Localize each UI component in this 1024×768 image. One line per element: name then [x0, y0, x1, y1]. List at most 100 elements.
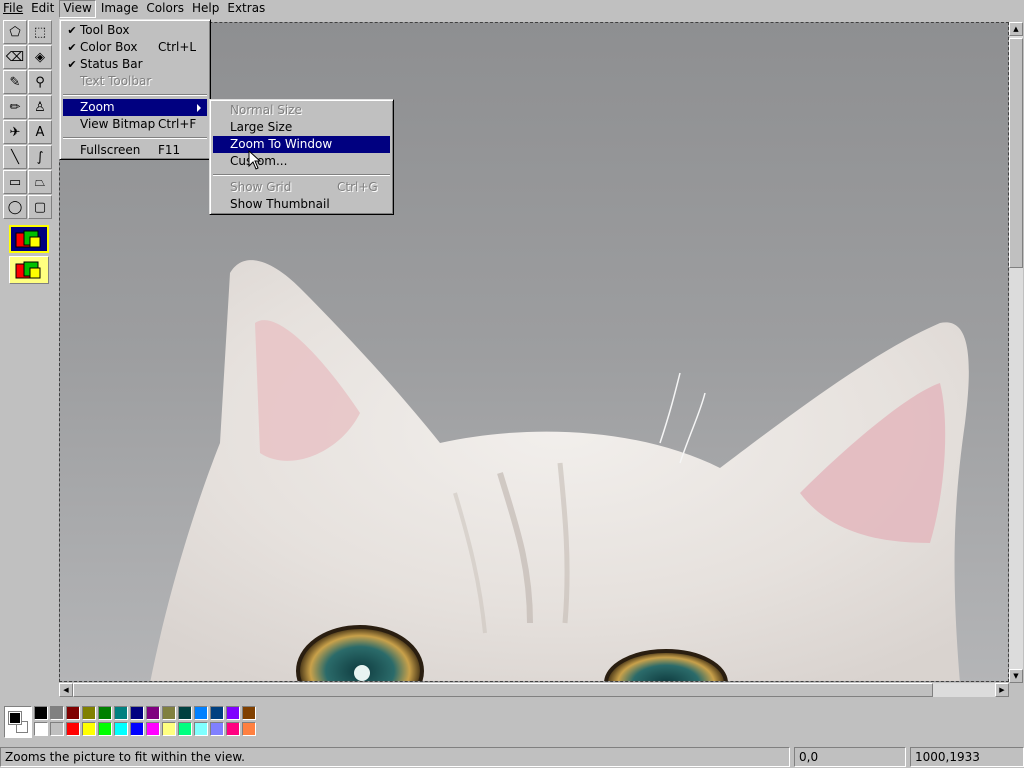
color-picker-icon: ✎: [9, 74, 21, 90]
check-icon: ✔: [67, 41, 77, 54]
menu-extras[interactable]: Extras: [224, 0, 268, 18]
text-icon: A: [35, 124, 45, 140]
zoom-menu-item-large-size[interactable]: Large Size: [213, 119, 390, 136]
tool-airbrush[interactable]: ✈: [3, 120, 27, 144]
palette-swatch[interactable]: [66, 706, 80, 720]
menu-file[interactable]: File: [0, 0, 26, 18]
palette-swatch[interactable]: [34, 722, 48, 736]
palette-swatch[interactable]: [210, 722, 224, 736]
palette-swatch[interactable]: [242, 706, 256, 720]
menu-separator: [63, 94, 207, 96]
rectangle-icon: ▭: [8, 174, 22, 190]
tool-brush[interactable]: ♙: [28, 95, 52, 119]
tool-eraser[interactable]: ⌫: [3, 45, 27, 69]
tool-free-select[interactable]: ⬠: [3, 20, 27, 44]
palette-swatch[interactable]: [226, 722, 240, 736]
menu-colors[interactable]: Colors: [143, 0, 187, 18]
horizontal-scroll-thumb[interactable]: [73, 683, 933, 697]
foreground-color: [8, 711, 22, 725]
status-cursor-position: 0,0: [794, 747, 906, 767]
palette-swatch[interactable]: [34, 706, 48, 720]
palette-swatch[interactable]: [82, 706, 96, 720]
tool-curve[interactable]: ∫: [28, 145, 52, 169]
palette-swatch[interactable]: [194, 722, 208, 736]
palette-swatch[interactable]: [146, 722, 160, 736]
menu-image[interactable]: Image: [98, 0, 142, 18]
check-icon: ✔: [67, 24, 77, 37]
tool-rectangle[interactable]: ▭: [3, 170, 27, 194]
fill-icon: ◈: [35, 49, 45, 65]
palette-swatch[interactable]: [130, 722, 144, 736]
tool-color-picker[interactable]: ✎: [3, 70, 27, 94]
zoom-menu-item-show-thumbnail[interactable]: Show Thumbnail: [213, 196, 390, 213]
palette-swatch[interactable]: [130, 706, 144, 720]
submenu-arrow-icon: [197, 104, 201, 112]
zoom-menu-item-normal-size: Normal Size: [230, 103, 302, 117]
vertical-scrollbar[interactable]: ▲ ▼: [1009, 22, 1023, 683]
view-menu-item-status-bar[interactable]: ✔ Status Bar: [63, 56, 207, 73]
color-box: [0, 700, 1024, 744]
vertical-scroll-thumb[interactable]: [1009, 38, 1023, 268]
palette-swatch[interactable]: [146, 706, 160, 720]
tool-magnifier[interactable]: ⚲: [28, 70, 52, 94]
mouse-pointer-icon: [248, 150, 262, 170]
zoom-menu-item-zoom-to-window[interactable]: Zoom To Window: [213, 136, 390, 153]
palette-swatch[interactable]: [114, 706, 128, 720]
palette-swatch[interactable]: [50, 722, 64, 736]
tool-text[interactable]: A: [28, 120, 52, 144]
tool-rounded-rect[interactable]: ▢: [28, 195, 52, 219]
pencil-icon: ✏: [9, 99, 21, 115]
horizontal-scrollbar[interactable]: ◀ ▶: [59, 683, 1009, 697]
palette-swatch[interactable]: [242, 722, 256, 736]
scroll-right-button[interactable]: ▶: [995, 683, 1009, 697]
palette-swatch[interactable]: [98, 706, 112, 720]
tool-option-opaque[interactable]: [9, 225, 49, 253]
scroll-up-button[interactable]: ▲: [1009, 22, 1023, 36]
menu-help[interactable]: Help: [189, 0, 222, 18]
rounded-rect-icon: ▢: [33, 199, 47, 215]
free-select-icon: ⬠: [9, 24, 21, 40]
line-icon: ╲: [11, 149, 19, 165]
palette-swatch[interactable]: [178, 722, 192, 736]
palette-swatch[interactable]: [82, 722, 96, 736]
palette-swatch[interactable]: [178, 706, 192, 720]
rect-select-icon: ⬚: [33, 24, 47, 40]
zoom-menu-item-custom[interactable]: Custom...: [213, 153, 390, 170]
palette-swatch[interactable]: [162, 722, 176, 736]
palette-swatch[interactable]: [50, 706, 64, 720]
view-menu-item-view-bitmap[interactable]: View Bitmap Ctrl+F: [63, 116, 207, 133]
zoom-submenu: Normal Size Large Size Zoom To Window Cu…: [209, 99, 394, 215]
view-menu-item-color-box[interactable]: ✔ Color Box Ctrl+L: [63, 39, 207, 56]
magnifier-icon: ⚲: [35, 74, 45, 90]
palette-swatch[interactable]: [162, 706, 176, 720]
tool-ellipse[interactable]: ◯: [3, 195, 27, 219]
status-bar: Zooms the picture to fit within the view…: [0, 746, 1024, 768]
menu-view[interactable]: View: [59, 0, 96, 18]
view-menu-item-zoom[interactable]: Zoom: [63, 99, 207, 116]
palette-swatch[interactable]: [66, 722, 80, 736]
tool-line[interactable]: ╲: [3, 145, 27, 169]
current-colors[interactable]: [4, 706, 32, 738]
scroll-down-button[interactable]: ▼: [1009, 669, 1023, 683]
opaque-mode-icon: [15, 230, 41, 248]
tool-polygon[interactable]: ⏢: [28, 170, 52, 194]
transparent-mode-icon: [15, 261, 41, 279]
scroll-left-button[interactable]: ◀: [59, 683, 73, 697]
tool-box: ⬠ ⬚ ⌫ ◈ ✎ ⚲ ✏ ♙ ✈ A ╲ ∫ ▭ ⏢ ◯ ▢: [0, 18, 57, 690]
tool-rect-select[interactable]: ⬚: [28, 20, 52, 44]
tool-pencil[interactable]: ✏: [3, 95, 27, 119]
palette-swatch[interactable]: [226, 706, 240, 720]
palette-swatch[interactable]: [98, 722, 112, 736]
tool-fill[interactable]: ◈: [28, 45, 52, 69]
ellipse-icon: ◯: [7, 199, 23, 215]
zoom-menu-item-show-grid: Show Grid Ctrl+G: [230, 180, 378, 194]
menu-edit[interactable]: Edit: [28, 0, 57, 18]
view-menu: ✔ Tool Box ✔ Color Box Ctrl+L ✔ Status B…: [59, 19, 211, 160]
view-menu-item-tool-box[interactable]: ✔ Tool Box: [63, 22, 207, 39]
brush-icon: ♙: [34, 99, 46, 115]
view-menu-item-fullscreen[interactable]: Fullscreen F11: [63, 142, 207, 159]
tool-option-transparent[interactable]: [9, 256, 49, 284]
palette-swatch[interactable]: [210, 706, 224, 720]
palette-swatch[interactable]: [114, 722, 128, 736]
palette-swatch[interactable]: [194, 706, 208, 720]
